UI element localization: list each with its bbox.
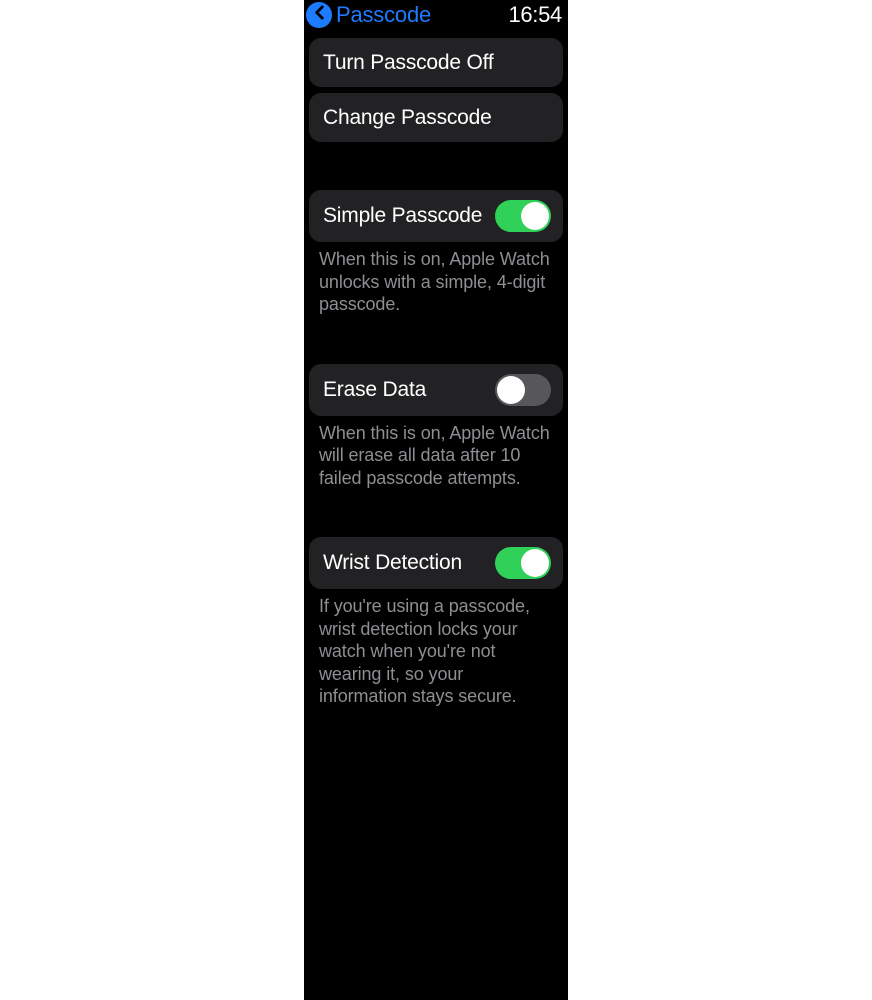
change-passcode-button[interactable]: Change Passcode [309,93,563,142]
toggle-knob [521,202,549,230]
simple-passcode-row[interactable]: Simple Passcode [309,190,563,242]
header-bar: Passcode 16:54 [304,0,568,32]
wrist-detection-label: Wrist Detection [323,551,495,575]
chevron-left-icon [313,5,326,25]
wrist-detection-description: If you're using a passcode, wrist detect… [309,589,563,708]
turn-passcode-off-button[interactable]: Turn Passcode Off [309,38,563,87]
toggle-knob [521,549,549,577]
simple-passcode-description: When this is on, Apple Watch unlocks wit… [309,242,563,316]
status-time: 16:54 [508,2,562,28]
simple-passcode-toggle[interactable] [495,200,551,232]
wrist-detection-toggle[interactable] [495,547,551,579]
change-passcode-label: Change Passcode [323,105,549,130]
toggle-knob [497,376,525,404]
erase-data-description: When this is on, Apple Watch will erase … [309,416,563,490]
wrist-detection-row[interactable]: Wrist Detection [309,537,563,589]
content: Turn Passcode Off Change Passcode Simple… [304,38,568,708]
section-gap [309,142,563,184]
section-gap [309,489,563,531]
section-gap [309,316,563,358]
erase-data-label: Erase Data [323,378,495,402]
back-button[interactable] [306,2,332,28]
erase-data-row[interactable]: Erase Data [309,364,563,416]
page-title: Passcode [336,2,508,28]
erase-data-toggle[interactable] [495,374,551,406]
watch-screen: Passcode 16:54 Turn Passcode Off Change … [304,0,568,1000]
simple-passcode-label: Simple Passcode [323,204,495,228]
turn-passcode-off-label: Turn Passcode Off [323,50,549,75]
